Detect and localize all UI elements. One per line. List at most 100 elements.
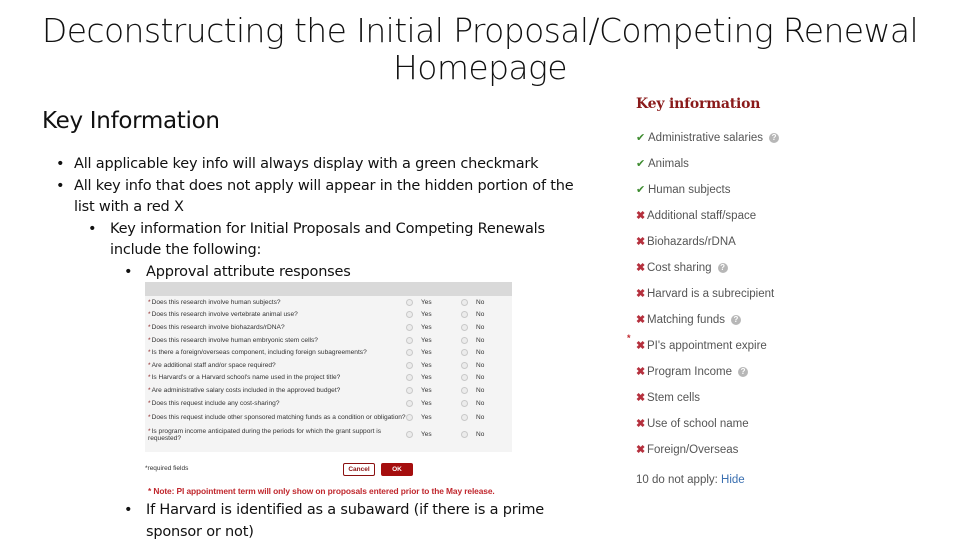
yes-radio[interactable] <box>406 298 413 306</box>
no-option[interactable]: No <box>461 374 484 382</box>
no-radio[interactable] <box>461 311 468 319</box>
bullet-list: • All applicable key info will always dis… <box>52 154 592 283</box>
no-option[interactable]: No <box>461 323 484 331</box>
red-x-icon: ✖ <box>636 262 646 274</box>
required-marker: * <box>148 374 151 382</box>
help-icon[interactable]: ? <box>717 263 728 273</box>
required-marker: * <box>148 399 151 407</box>
required-marker: * <box>148 361 151 369</box>
yes-option[interactable]: Yes <box>406 349 461 357</box>
yes-radio[interactable] <box>406 414 413 422</box>
question-text: *Is there a foreign/overseas component, … <box>148 349 406 356</box>
no-radio[interactable] <box>461 349 468 357</box>
red-x-icon: ✖ <box>636 288 646 300</box>
no-option[interactable]: No <box>461 298 484 306</box>
no-radio[interactable] <box>461 399 468 407</box>
yes-radio[interactable] <box>406 386 413 394</box>
yes-radio[interactable] <box>406 323 413 331</box>
section-heading: Key Information <box>42 108 220 134</box>
help-icon[interactable]: ? <box>738 367 749 377</box>
key-info-item: ✔ Administrative salaries? <box>636 131 836 157</box>
no-radio[interactable] <box>461 431 468 439</box>
yes-radio[interactable] <box>406 399 413 407</box>
ok-button[interactable]: OK <box>381 463 413 476</box>
yes-label: Yes <box>421 431 432 439</box>
no-radio[interactable] <box>461 374 468 382</box>
question-text: *Does this research involve human subjec… <box>148 299 406 306</box>
no-radio[interactable] <box>461 414 468 422</box>
key-info-item: ✖ Program Income? <box>636 365 836 391</box>
question-list: * Does this research involve human subjec… <box>145 296 512 443</box>
no-option[interactable]: No <box>461 431 484 439</box>
no-option[interactable]: No <box>461 386 484 394</box>
required-marker: * <box>148 386 151 394</box>
question-label: Does this request include any cost-shari… <box>151 399 280 407</box>
no-radio[interactable] <box>461 323 468 331</box>
cancel-button[interactable]: Cancel <box>343 463 375 476</box>
yes-radio[interactable] <box>406 311 413 319</box>
yes-option[interactable]: Yes <box>406 414 461 422</box>
help-icon[interactable]: ? <box>731 315 741 325</box>
question-label: Is program income anticipated during the… <box>148 427 382 442</box>
no-radio[interactable] <box>461 336 468 344</box>
yes-option[interactable]: Yes <box>406 336 461 344</box>
no-option[interactable]: No <box>461 361 484 369</box>
yes-option[interactable]: Yes <box>406 323 461 331</box>
yes-option[interactable]: Yes <box>406 311 461 319</box>
question-row: *Are additional staff and/or space requi… <box>145 359 512 372</box>
no-radio[interactable] <box>461 298 468 306</box>
required-fields-note: *required fields <box>145 465 189 472</box>
no-radio[interactable] <box>461 386 468 394</box>
question-text: *Are administrative salary costs include… <box>148 387 406 394</box>
no-option[interactable]: No <box>461 414 484 422</box>
yes-radio[interactable] <box>406 349 413 357</box>
question-text: *Is Harvard's or a Harvard school's name… <box>148 374 406 381</box>
key-info-label: Matching funds <box>647 314 725 326</box>
approval-attributes-form: * Does this research involve human subjec… <box>145 282 512 452</box>
yes-label: Yes <box>421 323 432 331</box>
bullet-item: • Key information for Initial Proposals a… <box>52 219 592 262</box>
yes-label: Yes <box>421 374 432 382</box>
required-marker: * <box>148 323 151 331</box>
no-option[interactable]: No <box>461 349 484 357</box>
yes-option[interactable]: Yes <box>406 361 461 369</box>
key-info-item: * ✖ PI's appointment expire <box>627 333 836 365</box>
yes-radio[interactable] <box>406 374 413 382</box>
yes-radio[interactable] <box>406 361 413 369</box>
yes-label: Yes <box>421 298 432 306</box>
key-info-label: Foreign/Overseas <box>647 444 739 456</box>
yes-label: Yes <box>421 399 432 407</box>
no-radio[interactable] <box>461 361 468 369</box>
question-row: *Is Harvard's or a Harvard school's name… <box>145 372 512 385</box>
bullet-text: If Harvard is identified as a subaward (… <box>146 502 544 540</box>
red-x-icon: ✖ <box>636 392 646 404</box>
question-label: Does this research involve human subject… <box>151 298 281 306</box>
question-row: *Does this research involve human embryo… <box>145 334 512 347</box>
yes-radio[interactable] <box>406 336 413 344</box>
question-text: *Are additional staff and/or space requi… <box>148 362 406 369</box>
key-information-list: ✔ Administrative salaries? ✔ Animals ✔ Human … <box>627 131 836 469</box>
bullet-dot: • <box>124 502 133 518</box>
bullet-dot: • <box>56 156 65 172</box>
red-x-icon: ✖ <box>636 418 646 430</box>
no-option[interactable]: No <box>461 311 484 319</box>
yes-label: Yes <box>421 386 432 394</box>
yes-option[interactable]: Yes <box>406 374 461 382</box>
question-text: *Does this request include any cost-shar… <box>148 400 406 407</box>
yes-option[interactable]: Yes <box>406 431 461 439</box>
no-option[interactable]: No <box>461 336 484 344</box>
hide-link[interactable]: Hide <box>721 474 745 486</box>
question-label: Is there a foreign/overseas component, i… <box>151 349 367 357</box>
key-info-label: Use of school name <box>647 418 749 430</box>
form-header <box>145 282 512 296</box>
yes-option[interactable]: Yes <box>406 399 461 407</box>
yes-option[interactable]: Yes <box>406 298 461 306</box>
yes-radio[interactable] <box>406 431 413 439</box>
bullet-text: Approval attribute responses <box>146 263 351 280</box>
question-label: Does this research involve biohazards/rD… <box>151 323 285 331</box>
red-x-icon: ✖ <box>636 366 646 378</box>
help-icon[interactable]: ? <box>769 133 780 143</box>
question-label: Does this request include other sponsore… <box>151 414 406 422</box>
no-option[interactable]: No <box>461 399 484 407</box>
yes-option[interactable]: Yes <box>406 386 461 394</box>
